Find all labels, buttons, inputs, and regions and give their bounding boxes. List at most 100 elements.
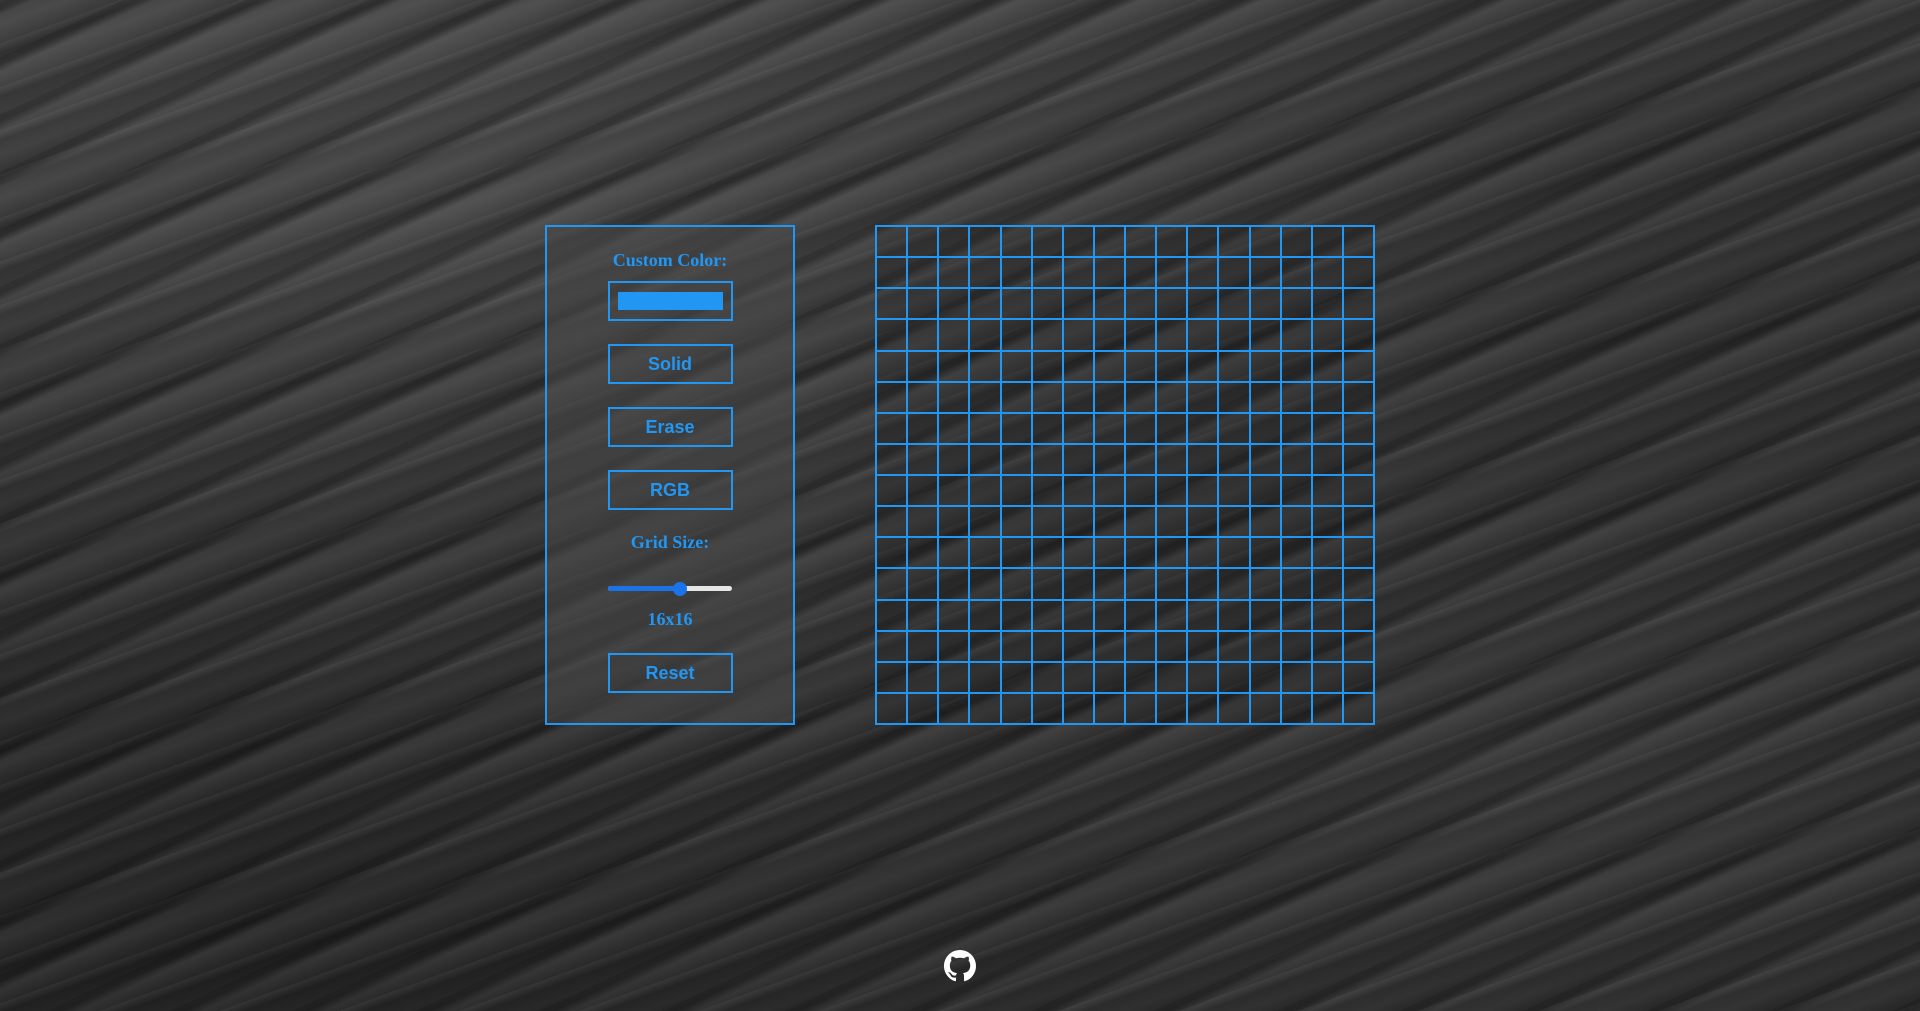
grid-cell[interactable] [1249, 381, 1281, 413]
grid-cell[interactable] [876, 661, 908, 693]
grid-cell[interactable] [1093, 568, 1125, 600]
grid-cell[interactable] [969, 350, 1001, 382]
grid-cell[interactable] [1062, 443, 1094, 475]
grid-cell[interactable] [1311, 506, 1343, 538]
grid-cell[interactable] [1062, 630, 1094, 662]
grid-cell[interactable] [938, 381, 970, 413]
grid-cell[interactable] [1311, 599, 1343, 631]
grid-cell[interactable] [938, 661, 970, 693]
grid-cell[interactable] [1156, 630, 1188, 662]
grid-cell[interactable] [1156, 568, 1188, 600]
rgb-button[interactable]: RGB [607, 470, 733, 510]
grid-cell[interactable] [1093, 381, 1125, 413]
grid-cell[interactable] [907, 661, 939, 693]
grid-cell[interactable] [969, 630, 1001, 662]
grid-cell[interactable] [907, 412, 939, 444]
grid-cell[interactable] [1000, 226, 1032, 258]
reset-button[interactable]: Reset [607, 653, 733, 693]
grid-cell[interactable] [1187, 412, 1219, 444]
grid-cell[interactable] [1093, 319, 1125, 351]
grid-cell[interactable] [1311, 475, 1343, 507]
grid-cell[interactable] [1031, 319, 1063, 351]
grid-cell[interactable] [876, 350, 908, 382]
grid-cell[interactable] [1093, 661, 1125, 693]
grid-cell[interactable] [1311, 319, 1343, 351]
grid-cell[interactable] [1125, 568, 1157, 600]
grid-cell[interactable] [1156, 381, 1188, 413]
grid-cell[interactable] [969, 226, 1001, 258]
grid-cell[interactable] [1187, 288, 1219, 320]
grid-cell[interactable] [1156, 412, 1188, 444]
github-link[interactable] [944, 950, 976, 982]
grid-cell[interactable] [1342, 630, 1374, 662]
grid-cell[interactable] [907, 568, 939, 600]
grid-cell[interactable] [1342, 568, 1374, 600]
grid-cell[interactable] [1311, 537, 1343, 569]
grid-cell[interactable] [1125, 506, 1157, 538]
grid-cell[interactable] [876, 568, 908, 600]
grid-cell[interactable] [1125, 599, 1157, 631]
grid-cell[interactable] [969, 537, 1001, 569]
grid-cell[interactable] [1062, 506, 1094, 538]
grid-cell[interactable] [1125, 692, 1157, 724]
grid-cell[interactable] [1062, 381, 1094, 413]
grid-cell[interactable] [1093, 475, 1125, 507]
grid-cell[interactable] [1156, 350, 1188, 382]
grid-cell[interactable] [1093, 257, 1125, 289]
grid-cell[interactable] [876, 288, 908, 320]
grid-cell[interactable] [1031, 506, 1063, 538]
grid-cell[interactable] [1311, 381, 1343, 413]
grid-cell[interactable] [1218, 661, 1250, 693]
grid-cell[interactable] [1062, 350, 1094, 382]
grid-cell[interactable] [1218, 226, 1250, 258]
grid-cell[interactable] [1311, 257, 1343, 289]
grid-cell[interactable] [1125, 412, 1157, 444]
grid-cell[interactable] [1280, 692, 1312, 724]
grid-cell[interactable] [1311, 288, 1343, 320]
grid-cell[interactable] [1156, 506, 1188, 538]
grid-cell[interactable] [1249, 443, 1281, 475]
grid-cell[interactable] [1125, 475, 1157, 507]
solid-button[interactable]: Solid [607, 344, 733, 384]
grid-cell[interactable] [1249, 257, 1281, 289]
grid-cell[interactable] [1156, 692, 1188, 724]
grid-cell[interactable] [876, 443, 908, 475]
grid-cell[interactable] [1342, 350, 1374, 382]
grid-cell[interactable] [1093, 506, 1125, 538]
grid-cell[interactable] [1000, 288, 1032, 320]
grid-cell[interactable] [1093, 537, 1125, 569]
grid-cell[interactable] [1062, 319, 1094, 351]
grid-cell[interactable] [1156, 288, 1188, 320]
grid-cell[interactable] [876, 630, 908, 662]
grid-cell[interactable] [1125, 226, 1157, 258]
grid-cell[interactable] [1311, 661, 1343, 693]
grid-cell[interactable] [876, 412, 908, 444]
grid-cell[interactable] [1062, 257, 1094, 289]
grid-cell[interactable] [1000, 537, 1032, 569]
grid-cell[interactable] [1187, 599, 1219, 631]
grid-cell[interactable] [1342, 443, 1374, 475]
grid-cell[interactable] [1311, 443, 1343, 475]
grid-cell[interactable] [1187, 257, 1219, 289]
grid-cell[interactable] [1218, 443, 1250, 475]
grid-cell[interactable] [1249, 506, 1281, 538]
grid-cell[interactable] [907, 226, 939, 258]
grid-cell[interactable] [1218, 381, 1250, 413]
grid-cell[interactable] [1156, 537, 1188, 569]
grid-cell[interactable] [1249, 599, 1281, 631]
grid-cell[interactable] [1125, 257, 1157, 289]
grid-cell[interactable] [1156, 599, 1188, 631]
grid-cell[interactable] [1000, 599, 1032, 631]
grid-cell[interactable] [1280, 475, 1312, 507]
grid-cell[interactable] [1000, 412, 1032, 444]
grid-cell[interactable] [1062, 412, 1094, 444]
grid-cell[interactable] [1093, 692, 1125, 724]
grid-cell[interactable] [938, 319, 970, 351]
grid-cell[interactable] [1031, 692, 1063, 724]
grid-cell[interactable] [1342, 661, 1374, 693]
grid-cell[interactable] [1031, 288, 1063, 320]
grid-cell[interactable] [1280, 350, 1312, 382]
custom-color-picker[interactable] [607, 281, 733, 321]
grid-cell[interactable] [1218, 599, 1250, 631]
grid-cell[interactable] [1187, 506, 1219, 538]
